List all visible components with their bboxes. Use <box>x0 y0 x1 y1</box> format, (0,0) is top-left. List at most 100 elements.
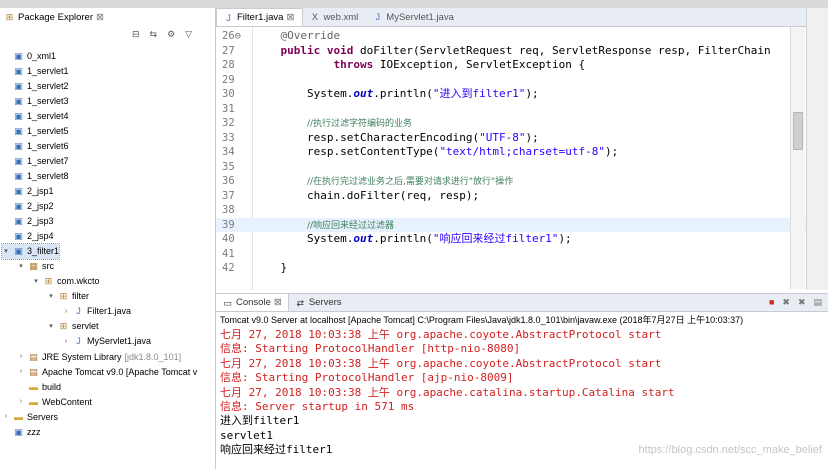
tree-item-label: WebContent <box>42 396 92 407</box>
tree-item[interactable]: › J Filter1.java <box>62 304 131 319</box>
tree-item[interactable]: ▣ 1_servlet2 <box>2 78 68 93</box>
link-editor-icon[interactable]: ⇆ <box>150 29 158 40</box>
web-project-icon: ▣ <box>14 246 23 257</box>
code-token: //响应回来经过过滤器 <box>306 220 395 231</box>
expand-toggle-icon[interactable]: ▾ <box>47 292 55 300</box>
code-token: doFilter(ServletRequest req, ServletResp… <box>353 43 771 57</box>
line-number: 40 <box>222 233 235 245</box>
tab-myservlet1-java[interactable]: J MyServlet1.java <box>366 8 462 26</box>
tree-item[interactable]: › ▤ JRE System Library [jdk1.8.0_101] <box>17 349 181 364</box>
tree-item[interactable]: ▣ 2_jsp1 <box>2 183 54 198</box>
code-text: } <box>254 261 287 276</box>
code-token: void <box>326 43 354 57</box>
tree-item[interactable]: › ▬ Servers <box>2 409 58 424</box>
code-text: @Override <box>254 29 341 44</box>
remove-all-icon[interactable]: ✖ <box>798 297 806 308</box>
expand-toggle-icon[interactable]: ▾ <box>2 247 10 255</box>
expand-toggle-icon[interactable]: ▾ <box>17 262 25 270</box>
clear-console-icon[interactable]: ▤ <box>813 297 822 308</box>
project-icon: ▣ <box>14 50 23 61</box>
tree-item[interactable]: ▣ 1_servlet1 <box>2 63 68 78</box>
tree-item[interactable]: › ▤ Apache Tomcat v9.0 [Apache Tomcat v <box>17 364 197 379</box>
close-icon[interactable]: ⊠ <box>96 12 104 23</box>
tree-item[interactable]: ▣ 1_servlet8 <box>2 168 68 183</box>
remove-launch-icon[interactable]: ✖ <box>782 297 790 308</box>
code-token: } <box>254 261 288 274</box>
expand-toggle-icon[interactable]: › <box>62 308 70 315</box>
tab-filter1-java[interactable]: J Filter1.java ⊠ <box>216 8 304 26</box>
package-explorer-tab[interactable]: ⊞ Package Explorer ⊠ <box>0 8 104 26</box>
java-file-icon: J <box>76 336 81 347</box>
close-icon[interactable]: ⊠ <box>286 12 294 23</box>
expand-toggle-icon[interactable]: ▾ <box>47 322 55 330</box>
tree-item[interactable]: ▾ ⊞ servlet <box>47 319 99 334</box>
tree-item[interactable]: › J MyServlet1.java <box>62 334 151 349</box>
tree-item-label: 2_jsp2 <box>27 201 54 211</box>
collapse-all-icon[interactable]: ⊟ <box>132 29 140 40</box>
code-token: out <box>353 87 374 100</box>
tree-item[interactable]: ▣ 2_jsp4 <box>2 229 53 244</box>
tree-item-label: servlet <box>72 321 99 332</box>
expand-toggle-icon[interactable]: › <box>17 368 25 375</box>
tree-item[interactable]: ▣ 0_xml1 <box>2 48 56 63</box>
tab-console[interactable]: ▭ Console ⊠ <box>216 294 289 311</box>
tree-item[interactable]: ▣ 1_servlet7 <box>2 153 68 168</box>
tree-item-label: 2_jsp1 <box>27 185 54 196</box>
project-icon: ▣ <box>14 95 23 106</box>
library-icon: ▤ <box>29 351 38 362</box>
project-icon: ▣ <box>14 201 23 211</box>
expand-toggle-icon[interactable]: ▾ <box>32 277 40 285</box>
tree-item-label: MyServlet1.java <box>87 336 152 347</box>
tree-item[interactable]: ▾ ▦ src <box>17 259 54 274</box>
java-file-icon: J <box>375 12 381 22</box>
outline-panel-edge <box>806 8 828 290</box>
tree-item-label: 2_jsp3 <box>27 216 54 227</box>
tree-item[interactable]: › ▬ WebContent <box>17 394 92 409</box>
console-panel: ▭ Console ⊠ ⇄ Servers ■ ✖ ✖ ▤ Tomcat v9.0 Se… <box>216 293 828 470</box>
close-icon[interactable]: ⊠ <box>274 297 282 308</box>
tree-item[interactable]: ▾ ⊞ filter <box>47 289 89 304</box>
code-text: System.out.println("响应回来经过filter1"); <box>254 232 572 247</box>
tree-item[interactable]: ▬ build <box>17 379 61 394</box>
expand-toggle-icon[interactable]: › <box>2 413 10 420</box>
project-icon: ▣ <box>14 110 23 121</box>
tab-label: Filter1.java <box>237 12 284 23</box>
tree-item[interactable]: ▣ 1_servlet4 <box>2 108 68 123</box>
tab-web-xml[interactable]: Xweb.xml <box>303 8 366 26</box>
tree-item[interactable]: ▣ 2_jsp2 <box>2 199 54 214</box>
line-number: 30 <box>222 88 235 100</box>
code-token: resp.setContentType( <box>254 145 440 158</box>
code-token: ); <box>605 145 619 158</box>
tree-item[interactable]: ▣ 1_servlet5 <box>2 123 69 138</box>
console-line: 响应回来经过filter1 <box>220 443 333 457</box>
tree-item-label: zzz <box>27 426 41 437</box>
code-token: .println( <box>373 232 433 245</box>
project-icon: ▣ <box>14 170 23 181</box>
tab-servers[interactable]: ⇄ Servers <box>289 294 348 311</box>
tree-item-label: 1_servlet5 <box>27 125 69 136</box>
expand-toggle-icon[interactable]: › <box>17 398 25 405</box>
code-editor[interactable]: 26⊖ @Override 27 public void doFilter(Ser… <box>216 27 806 290</box>
expand-toggle-icon[interactable]: › <box>17 353 25 360</box>
tree-item[interactable]: ▣ 1_servlet6 <box>2 138 68 153</box>
tree-item[interactable]: ▣ zzz <box>2 424 41 439</box>
editor-scrollbar-thumb[interactable] <box>793 112 803 150</box>
line-number: 41 <box>222 247 235 260</box>
tree-item[interactable]: ▾ ▣ 3_filter1 <box>0 242 61 260</box>
expand-toggle-icon[interactable]: › <box>62 338 70 345</box>
project-icon: ▣ <box>14 155 23 166</box>
terminate-icon[interactable]: ■ <box>769 297 774 308</box>
editor-vertical-scrollbar[interactable] <box>790 27 805 289</box>
java-file-icon: J <box>226 12 231 23</box>
tree-item[interactable]: ▾ ⊞ com.wkcto <box>32 274 99 289</box>
focus-icon[interactable]: ⚙ <box>167 29 175 40</box>
tree-item-decoration: [jdk1.8.0_101] <box>124 351 182 362</box>
folder-icon: ▬ <box>29 381 38 392</box>
tree-item[interactable]: ▣ 1_servlet3 <box>2 93 68 108</box>
code-token: "响应回来经过filter1" <box>432 232 559 245</box>
tree-item[interactable]: ▣ 2_jsp3 <box>2 214 54 229</box>
view-menu-icon[interactable]: ▽ <box>185 29 192 40</box>
line-number: 42 <box>222 262 235 274</box>
console-header: Tomcat v9.0 Server at localhost [Apache … <box>220 315 744 325</box>
